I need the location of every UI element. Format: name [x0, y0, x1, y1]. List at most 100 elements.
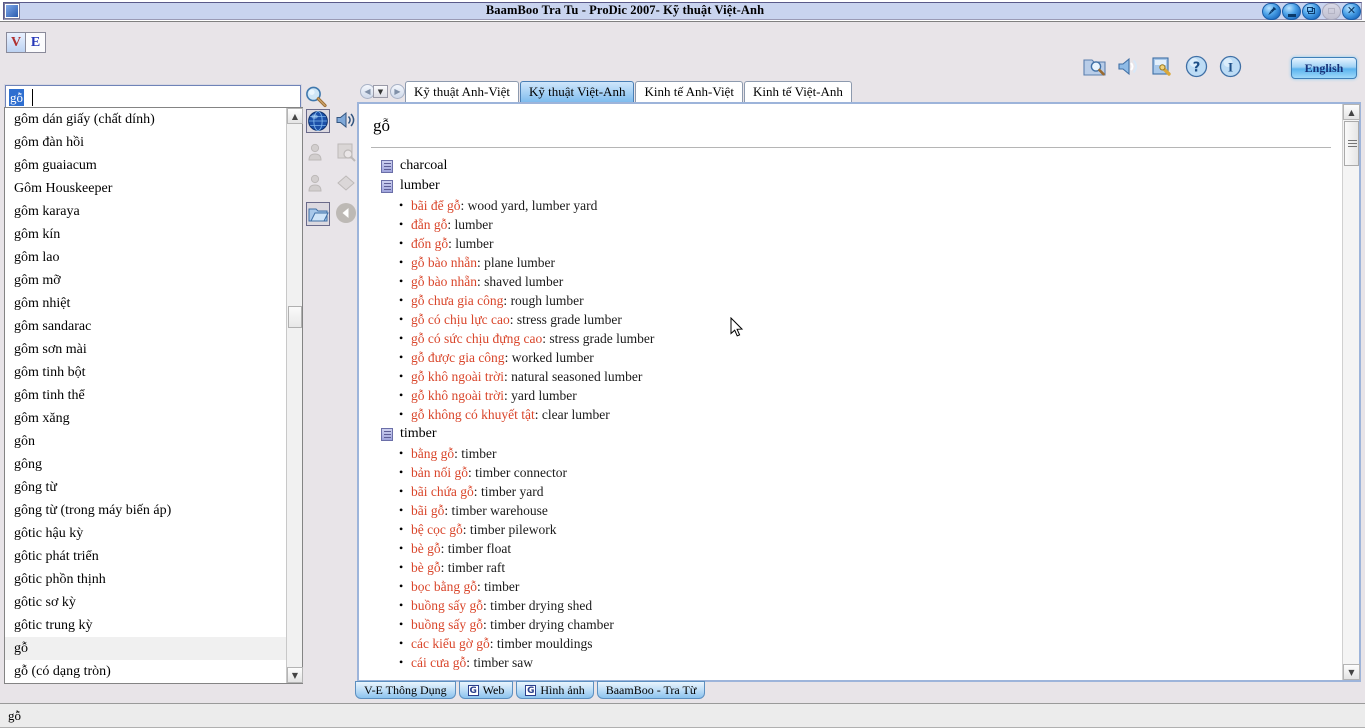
wordlist-scrollbar[interactable]: ▲ ▼ — [286, 108, 303, 683]
minimize-button[interactable] — [1282, 2, 1301, 20]
wordlist-item[interactable]: gôm karaya — [5, 200, 286, 223]
restore-button[interactable] — [1302, 2, 1321, 20]
wordlist-item[interactable]: gôn — [5, 430, 286, 453]
definition-entry[interactable]: bệ cọc gỗ: timber pilework — [359, 520, 1341, 539]
maximize-button[interactable] — [1322, 2, 1341, 20]
wordlist-item[interactable]: gôtic phồn thịnh — [5, 568, 286, 591]
wordlist-item[interactable]: gôtic hậu kỳ — [5, 522, 286, 545]
wordlist[interactable]: gôm dán giấy (chất dính) gôm đàn hồi gôm g… — [5, 108, 286, 683]
wordlist-item[interactable]: gỗ (có dạng tròn) — [5, 660, 286, 683]
definition-entry[interactable]: gỗ khô ngoài trời: yard lumber — [359, 386, 1341, 405]
tab-scroll-right-button[interactable]: ▶ — [390, 84, 405, 99]
entry-separator: : — [489, 636, 497, 651]
source-tab[interactable]: V-E Thông Dụng — [355, 681, 456, 699]
search-box[interactable]: gỗ — [4, 84, 302, 110]
definition-entry[interactable]: cái cưa gỗ: timber saw — [359, 653, 1341, 672]
wordlist-item[interactable]: gôtic phát triển — [5, 545, 286, 568]
wordlist-item[interactable]: Gôm Houskeeper — [5, 177, 286, 200]
definition-entry[interactable]: gỗ được gia công: worked lumber — [359, 348, 1341, 367]
definition-entry[interactable]: bè gỗ: timber raft — [359, 558, 1341, 577]
help-icon[interactable]: ? — [1184, 54, 1209, 79]
content-scroll-up-arrow[interactable]: ▲ — [1343, 104, 1360, 120]
definition-entry[interactable]: gỗ không có khuyết tật: clear lumber — [359, 405, 1341, 424]
tab-dropdown-button[interactable]: ▼ — [373, 85, 388, 98]
definition-entry[interactable]: đốn gỗ: lumber — [359, 234, 1341, 253]
wordlist-item[interactable]: gôm lao — [5, 246, 286, 269]
wordlist-item[interactable]: gôm xăng — [5, 407, 286, 430]
definition-group-label: timber — [400, 426, 437, 441]
source-tab[interactable]: G Web — [458, 681, 514, 699]
wordlist-item[interactable]: gôm nhiệt — [5, 292, 286, 315]
wordlist-item[interactable]: gôm mỡ — [5, 269, 286, 292]
dictionary-tab[interactable]: Kinh tế Anh-Việt — [635, 81, 743, 102]
definition-entry[interactable]: gỗ bào nhẵn: shaved lumber — [359, 272, 1341, 291]
definition-entry[interactable]: gỗ có chịu lực cao: stress grade lumber — [359, 310, 1341, 329]
wordlist-item[interactable]: gôm kín — [5, 223, 286, 246]
folder-search-icon[interactable] — [1082, 54, 1107, 79]
wordlist-item[interactable]: gôm tinh bột — [5, 361, 286, 384]
person-add-glyph — [308, 174, 322, 192]
dictionary-tab[interactable]: Kỹ thuật Việt-Anh — [519, 81, 635, 102]
entry-term-vi: gỗ có sức chịu đựng cao — [411, 331, 543, 346]
wordlist-item[interactable]: gông từ — [5, 476, 286, 499]
wordlist-item[interactable]: gôm đàn hồi — [5, 131, 286, 154]
definition-entry[interactable]: bãi chứa gỗ: timber yard — [359, 482, 1341, 501]
definition-entry[interactable]: bè gỗ: timber float — [359, 539, 1341, 558]
toggle-vietnamese[interactable]: V — [6, 32, 26, 53]
language-button[interactable]: English — [1291, 57, 1357, 79]
definition-entry[interactable]: gỗ chưa gia công: rough lumber — [359, 291, 1341, 310]
folder-open-icon[interactable] — [306, 202, 330, 226]
definition-entry[interactable]: bãi để gỗ: wood yard, lumber yard — [359, 196, 1341, 215]
content-scroll-thumb[interactable] — [1344, 121, 1359, 166]
definition-entry[interactable]: gỗ bào nhẵn: plane lumber — [359, 253, 1341, 272]
definition-entry[interactable]: đẵn gỗ: lumber — [359, 215, 1341, 234]
wordlist-item[interactable]: gôtic trung kỳ — [5, 614, 286, 637]
globe-glyph — [308, 111, 328, 131]
content-scroll-down-arrow[interactable]: ▼ — [1343, 664, 1360, 680]
toggle-english[interactable]: E — [26, 32, 46, 53]
dictionary-tabbar: ◀ ▼ ▶ Kỹ thuật Anh-Việt Kỹ thuật Việt-Anh… — [360, 81, 1360, 103]
source-tab[interactable]: G Hình ảnh — [516, 681, 594, 699]
definition-entry[interactable]: bằng gỗ: timber — [359, 444, 1341, 463]
definition-entry[interactable]: bản nối gỗ: timber connector — [359, 463, 1341, 482]
search-input[interactable] — [7, 87, 299, 107]
info-icon[interactable]: I — [1218, 54, 1243, 79]
content-scrollbar[interactable]: ▲ ▼ — [1342, 104, 1360, 680]
wordlist-scroll-up-arrow[interactable]: ▲ — [287, 108, 303, 124]
toolbar-icon-group: ? I — [1082, 54, 1243, 79]
definition-entry[interactable]: bọc bằng gỗ: timber — [359, 577, 1341, 596]
wordlist-item[interactable]: gôm tinh thể — [5, 384, 286, 407]
definition-group-label: lumber — [400, 178, 440, 193]
wordlist-item[interactable]: gông — [5, 453, 286, 476]
dictionary-tab[interactable]: Kỹ thuật Anh-Việt — [405, 81, 519, 102]
wordlist-scroll-thumb[interactable] — [288, 306, 302, 328]
pin-button[interactable] — [1262, 2, 1281, 20]
close-button[interactable]: ✕ — [1342, 2, 1361, 20]
wordlist-item[interactable]: gôm sơn mài — [5, 338, 286, 361]
entry-separator: : — [460, 198, 468, 213]
definition-entry[interactable]: bãi gỗ: timber warehouse — [359, 501, 1341, 520]
wordlist-item[interactable]: gôtic sơ kỳ — [5, 591, 286, 614]
wordlist-item[interactable]: gông từ (trong máy biến áp) — [5, 499, 286, 522]
entry-term-en: rough lumber — [510, 293, 584, 308]
definition-entry[interactable]: các kiểu gờ gỗ: timber mouldings — [359, 634, 1341, 653]
globe-icon[interactable] — [306, 109, 330, 133]
definition-entry[interactable]: buồng sấy gỗ: timber drying shed — [359, 596, 1341, 615]
entry-term-vi: bè gỗ — [411, 541, 441, 556]
entry-term-vi: bằng gỗ — [411, 446, 455, 461]
definition-entry[interactable]: gỗ khô ngoài trời: natural seasoned lumb… — [359, 367, 1341, 386]
wordlist-item[interactable]: gôm dán giấy (chất dính) — [5, 108, 286, 131]
wordlist-item[interactable]: gỗ — [5, 637, 286, 660]
definition-entry[interactable]: gỗ có sức chịu đựng cao: stress grade lu… — [359, 329, 1341, 348]
wordlist-item[interactable]: gôm sandarac — [5, 315, 286, 338]
source-tab[interactable]: BaamBoo - Tra Từ — [596, 681, 706, 699]
definition-entry[interactable]: buồng sấy gỗ: timber drying chamber — [359, 615, 1341, 634]
speaker-icon[interactable] — [335, 109, 359, 133]
entry-separator: : — [503, 293, 511, 308]
settings-icon[interactable] — [1150, 54, 1175, 79]
dictionary-tab[interactable]: Kinh tế Việt-Anh — [743, 81, 852, 102]
wordlist-scroll-down-arrow[interactable]: ▼ — [287, 667, 303, 683]
speaker-icon[interactable] — [1116, 54, 1141, 79]
wordlist-item[interactable]: gôm guaiacum — [5, 154, 286, 177]
entry-separator: : — [504, 350, 512, 365]
